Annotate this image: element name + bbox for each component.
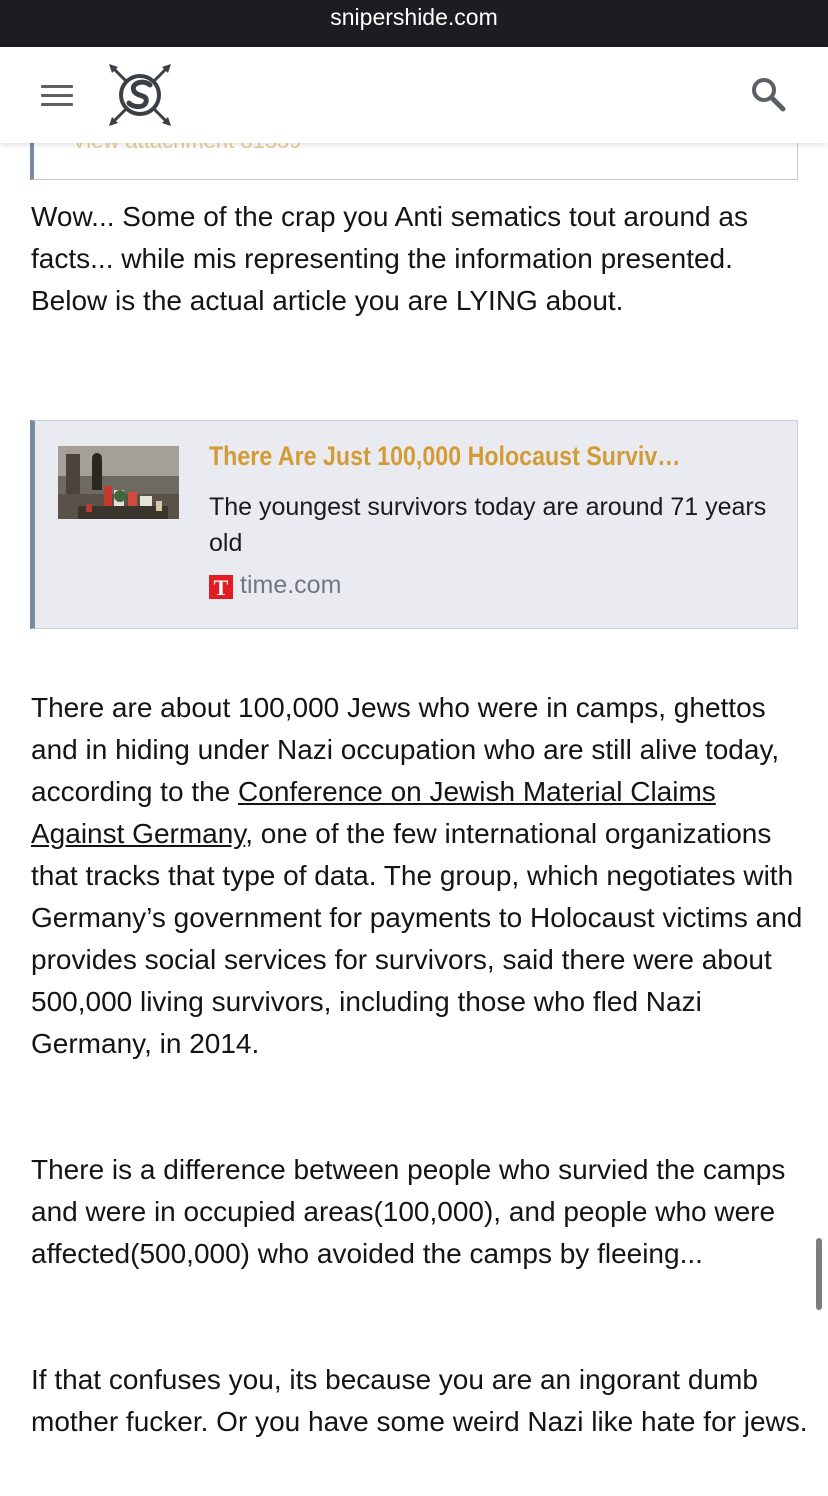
post-paragraph-3: There is a difference between people who… [31, 1154, 786, 1269]
link-preview-card[interactable]: There Are Just 100,000 Holocaust Survivo… [30, 420, 798, 629]
link-preview-source: Ttime.com [209, 571, 341, 601]
search-icon[interactable] [748, 75, 790, 115]
post-paragraph-2: There are about 100,000 Jews who were in… [31, 687, 811, 1065]
post-paragraph-1: Wow... Some of the crap you Anti sematic… [31, 201, 748, 316]
paragraph-2-text-after-link: , one of the few international organizat… [31, 818, 803, 1059]
hamburger-icon[interactable] [36, 77, 80, 113]
scrollbar[interactable] [816, 1238, 822, 1310]
site-header [0, 47, 828, 143]
article-thumbnail [58, 446, 179, 519]
link-preview-domain: time.com [240, 571, 342, 599]
time-favicon-icon: T [209, 575, 233, 600]
link-preview-title[interactable]: There Are Just 100,000 Holocaust Survivo… [209, 441, 691, 472]
url-text: snipershide.com [330, 4, 498, 30]
post-paragraph-4: If that confuses you, its because you ar… [31, 1364, 808, 1437]
link-preview-description: The youngest survivors today are around … [209, 493, 767, 557]
snipershide-logo[interactable] [106, 61, 174, 129]
browser-url-bar[interactable]: snipershide.com [0, 0, 828, 47]
